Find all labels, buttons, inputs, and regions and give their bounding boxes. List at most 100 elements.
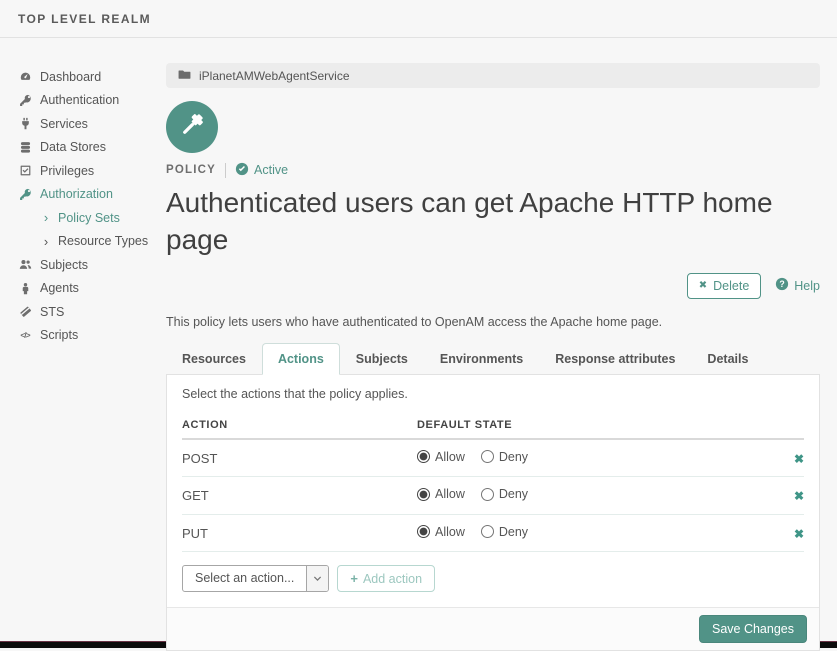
users-icon bbox=[18, 258, 32, 271]
tab-resources[interactable]: Resources bbox=[166, 343, 262, 375]
tab-bar: ResourcesActionsSubjectsEnvironmentsResp… bbox=[166, 343, 820, 374]
sts-icon bbox=[18, 305, 32, 318]
radio-option-allow[interactable]: Allow bbox=[417, 487, 465, 501]
breadcrumb[interactable]: iPlanetAMWebAgentService bbox=[166, 63, 820, 88]
remove-action-icon[interactable]: ✖ bbox=[794, 527, 804, 541]
sidebar-item-label: Policy Sets bbox=[58, 211, 120, 225]
sidebar-item-resource-types[interactable]: ›Resource Types bbox=[18, 230, 160, 254]
sidebar-item-subjects[interactable]: Subjects bbox=[18, 253, 160, 277]
actions-table: ACTION DEFAULT STATE POSTAllowDeny✖GETAl… bbox=[182, 407, 804, 553]
action-select-value: Select an action... bbox=[183, 566, 306, 591]
action-name: GET bbox=[182, 477, 417, 515]
svg-text:?: ? bbox=[780, 280, 785, 290]
chevron-right-icon: › bbox=[42, 210, 50, 225]
policy-description: This policy lets users who have authenti… bbox=[166, 315, 820, 329]
main-content: iPlanetAMWebAgentService POLICY bbox=[166, 38, 820, 651]
sidebar-item-agents[interactable]: Agents bbox=[18, 277, 160, 301]
sidebar-item-label: Subjects bbox=[40, 258, 88, 272]
radio-option-deny[interactable]: Deny bbox=[481, 525, 528, 539]
sidebar-item-label: Scripts bbox=[40, 328, 78, 342]
sidebar-item-label: Data Stores bbox=[40, 140, 106, 154]
check-circle-icon bbox=[235, 162, 249, 179]
tab-actions[interactable]: Actions bbox=[262, 343, 340, 375]
chevron-down-icon bbox=[306, 566, 328, 591]
sidebar-item-label: Authentication bbox=[40, 93, 119, 107]
status-label: Active bbox=[254, 163, 288, 177]
question-circle-icon: ? bbox=[775, 277, 789, 294]
default-state-cell: Allow Deny bbox=[417, 439, 780, 477]
sidebar-nav: Dashboard Authentication Services Data Stor… bbox=[0, 65, 160, 347]
gavel-icon bbox=[178, 111, 206, 144]
radio-option-allow[interactable]: Allow bbox=[417, 450, 465, 464]
radio-allow-input[interactable] bbox=[417, 525, 430, 538]
table-header-row: ACTION DEFAULT STATE bbox=[182, 407, 804, 439]
radio-option-label: Deny bbox=[499, 525, 528, 539]
help-link-label: Help bbox=[794, 279, 820, 293]
radio-option-allow[interactable]: Allow bbox=[417, 525, 465, 539]
remove-action-icon[interactable]: ✖ bbox=[794, 452, 804, 466]
sidebar-item-label: Dashboard bbox=[40, 70, 101, 84]
sidebar-item-sts[interactable]: STS bbox=[18, 300, 160, 324]
column-header-action: ACTION bbox=[182, 407, 417, 439]
sidebar-item-label: Agents bbox=[40, 281, 79, 295]
tab-response-attributes[interactable]: Response attributes bbox=[539, 343, 691, 375]
action-row-post: POST Allow Deny ✖ bbox=[182, 439, 804, 477]
tab-subjects[interactable]: Subjects bbox=[340, 343, 424, 375]
radio-allow-input[interactable] bbox=[417, 488, 430, 501]
delete-button-label: Delete bbox=[713, 279, 749, 293]
check-square-icon bbox=[18, 164, 32, 177]
policy-type-label: POLICY bbox=[166, 164, 216, 176]
radio-option-label: Allow bbox=[435, 487, 465, 501]
actions-panel: Select the actions that the policy appli… bbox=[166, 374, 820, 651]
realm-title: TOP LEVEL REALM bbox=[18, 12, 151, 26]
sidebar-item-label: Services bbox=[40, 117, 88, 131]
sidebar-item-scripts[interactable]: </> Scripts bbox=[18, 324, 160, 348]
default-state-cell: Allow Deny bbox=[417, 477, 780, 515]
action-name: PUT bbox=[182, 514, 417, 552]
action-select[interactable]: Select an action... bbox=[182, 565, 329, 592]
default-state-cell: Allow Deny bbox=[417, 514, 780, 552]
add-action-controls: Select an action... + Add action bbox=[182, 565, 804, 592]
remove-action-icon[interactable]: ✖ bbox=[794, 489, 804, 503]
sidebar-item-label: STS bbox=[40, 305, 64, 319]
key-icon bbox=[18, 188, 32, 201]
code-icon: </> bbox=[18, 330, 32, 340]
sidebar-item-privileges[interactable]: Privileges bbox=[18, 159, 160, 183]
status-badge: Active bbox=[235, 162, 288, 179]
radio-option-deny[interactable]: Deny bbox=[481, 487, 528, 501]
sidebar-item-authentication[interactable]: Authentication bbox=[18, 89, 160, 113]
save-changes-button[interactable]: Save Changes bbox=[699, 615, 807, 643]
radio-option-label: Deny bbox=[499, 450, 528, 464]
add-action-label: Add action bbox=[363, 572, 422, 586]
sidebar-item-policy-sets[interactable]: › Policy Sets bbox=[18, 206, 160, 230]
sidebar-item-services[interactable]: Services bbox=[18, 112, 160, 136]
sidebar-item-authorization[interactable]: Authorization bbox=[18, 183, 160, 207]
radio-deny-input[interactable] bbox=[481, 450, 494, 463]
breadcrumb-label: iPlanetAMWebAgentService bbox=[199, 69, 350, 83]
radio-option-label: Allow bbox=[435, 450, 465, 464]
action-name: POST bbox=[182, 439, 417, 477]
column-header-default-state: DEFAULT STATE bbox=[417, 407, 780, 439]
sidebar-item-data-stores[interactable]: Data Stores bbox=[18, 136, 160, 160]
x-icon: ✖ bbox=[699, 280, 707, 291]
radio-allow-input[interactable] bbox=[417, 450, 430, 463]
help-link[interactable]: ? Help bbox=[775, 277, 820, 294]
sidebar-item-dashboard[interactable]: Dashboard bbox=[18, 65, 160, 89]
folder-icon bbox=[178, 68, 191, 84]
tab-environments[interactable]: Environments bbox=[424, 343, 539, 375]
actions-table-body: POSTAllowDeny✖GETAllowDeny✖PUTAllowDeny✖ bbox=[182, 439, 804, 552]
chevron-right-icon: › bbox=[42, 234, 50, 249]
key-icon bbox=[18, 94, 32, 107]
radio-option-label: Deny bbox=[499, 487, 528, 501]
add-action-button[interactable]: + Add action bbox=[337, 565, 435, 592]
panel-instruction: Select the actions that the policy appli… bbox=[182, 387, 804, 401]
dashboard-icon bbox=[18, 70, 32, 83]
action-row-put: PUTAllow Deny ✖ bbox=[182, 514, 804, 552]
tab-details[interactable]: Details bbox=[691, 343, 764, 375]
radio-deny-input[interactable] bbox=[481, 525, 494, 538]
delete-button[interactable]: ✖ Delete bbox=[687, 273, 762, 299]
action-row-get: GET Allow Deny ✖ bbox=[182, 477, 804, 515]
sidebar: Dashboard Authentication Services Data Stor… bbox=[0, 38, 160, 347]
radio-deny-input[interactable] bbox=[481, 488, 494, 501]
radio-option-deny[interactable]: Deny bbox=[481, 450, 528, 464]
